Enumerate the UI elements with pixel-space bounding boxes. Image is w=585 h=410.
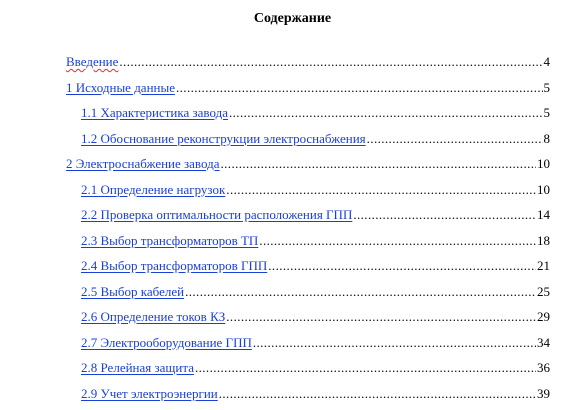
toc-entry: 2.6 Определение токов КЗ 29 [0,308,585,334]
toc-dot-leader [367,130,543,148]
toc-entry: 2.1 Определение нагрузок 10 [0,181,585,207]
toc-entry-link[interactable]: 2.8 Релейная защита [81,359,194,377]
toc-entry: 2.8 Релейная защита 36 [0,359,585,385]
toc-page-number: 29 [537,308,550,326]
toc-list: Введение41 Исходные данные51.1 Характери… [0,53,585,410]
toc-dot-leader [176,79,543,97]
toc-entry: 2 Электроснабжение завода 10 [0,155,585,181]
toc-entry-link[interactable]: 2.2 Проверка оптимальности расположения … [81,206,352,224]
toc-entry: 2.4 Выбор трансформаторов ГПП 21 [0,257,585,283]
toc-entry: 2.2 Проверка оптимальности расположения … [0,206,585,232]
toc-page-number: 10 [537,155,550,173]
toc-entry-link[interactable]: 2.1 Определение нагрузок [81,181,225,199]
toc-dot-leader [226,181,536,199]
toc-page-number: 14 [537,206,550,224]
toc-entry: Введение 4 [0,53,585,79]
toc-page-number: 10 [537,181,550,199]
toc-entry-link[interactable]: 2.5 Выбор кабелей [81,283,184,301]
toc-title: Содержание [0,10,585,28]
toc-page-number: 18 [537,232,550,250]
toc-dot-leader [353,206,536,224]
toc-dot-leader [226,308,536,326]
toc-page-number: 5 [544,104,551,122]
toc-entry-link[interactable]: 2.3 Выбор трансформаторов ТП [81,232,258,250]
toc-entry: 1.2 Обоснование реконструкции электросна… [0,130,585,156]
toc-entry-link[interactable]: 2.4 Выбор трансформаторов ГПП [81,257,267,275]
toc-entry-link[interactable]: 2.7 Электрооборудование ГПП [81,334,252,352]
toc-entry: 1 Исходные данные 5 [0,79,585,105]
toc-page-number: 36 [537,359,550,377]
toc-page-number: 4 [544,53,551,71]
toc-entry-link[interactable]: 1.1 Характеристика завода [81,104,228,122]
toc-dot-leader [221,155,537,173]
toc-page-number: 8 [544,130,551,148]
toc-dot-leader [268,257,536,275]
toc-entry-link[interactable]: 2 Электроснабжение завода [66,155,220,173]
toc-dot-leader [229,104,543,122]
toc-entry: 2.3 Выбор трансформаторов ТП 18 [0,232,585,258]
toc-entry-link[interactable]: Введение [66,53,118,71]
toc-page-number: 25 [537,283,550,301]
toc-entry: 2.9 Учет электроэнергии39 [0,385,585,410]
toc-page-number: 21 [537,257,550,275]
toc-entry: 1.1 Характеристика завода 5 [0,104,585,130]
toc-dot-leader [253,334,536,352]
toc-page-number: 5 [544,79,551,97]
toc-dot-leader [259,232,536,250]
toc-entry-link[interactable]: 2.6 Определение токов КЗ [81,308,225,326]
toc-page-number: 34 [537,334,550,352]
toc-dot-leader [185,283,536,301]
toc-entry-link[interactable]: 1 Исходные данные [66,79,175,97]
toc-dot-leader [195,359,536,377]
toc-dot-leader [119,53,542,71]
toc-entry: 2.5 Выбор кабелей 25 [0,283,585,309]
toc-entry: 2.7 Электрооборудование ГПП 34 [0,334,585,360]
toc-entry-link[interactable]: 1.2 Обоснование реконструкции электросна… [81,130,366,148]
